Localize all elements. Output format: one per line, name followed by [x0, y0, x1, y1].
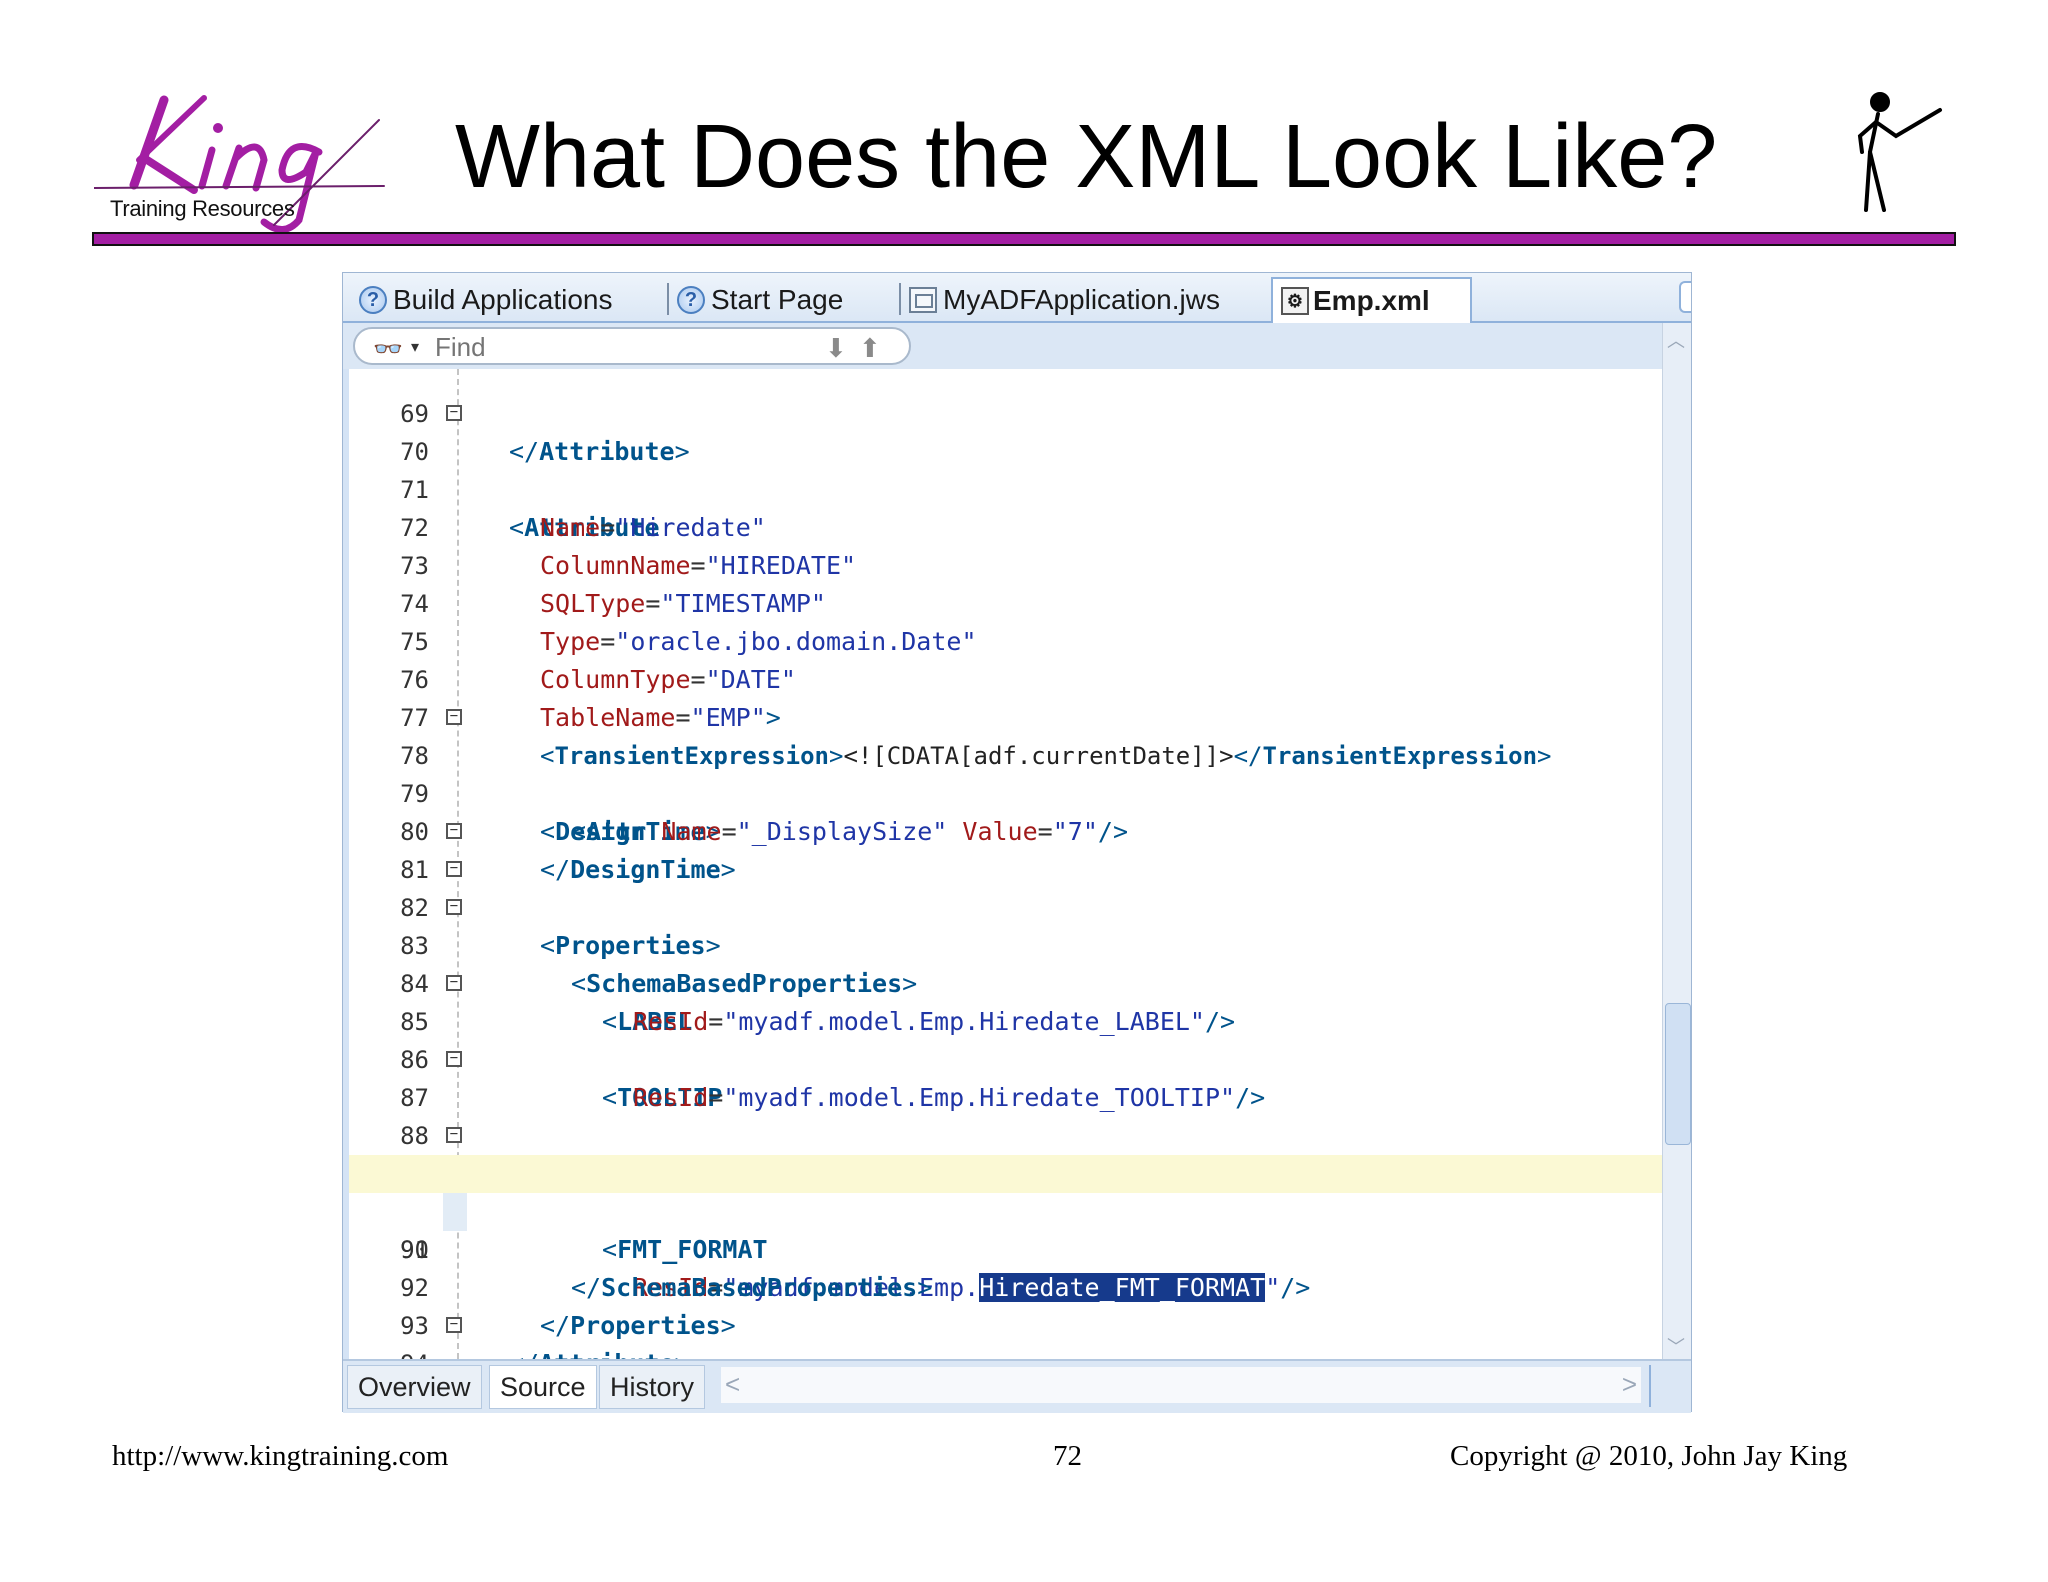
logo-subtitle: Training Resources — [110, 196, 295, 221]
fold-toggle-icon[interactable]: − — [446, 405, 462, 421]
find-input[interactable] — [433, 332, 817, 362]
code-line: 82 − <SchemaBasedProperties> — [349, 851, 1663, 998]
tab-label: Build Applications — [393, 284, 613, 315]
code-line: 88 ResId="myadf.model.Emp.Hiredate_FMT_F… — [349, 1079, 1663, 1188]
code-line: 73 SQLType="TIMESTAMP" — [349, 509, 1663, 618]
code-line: 78 − <DesignTime> — [349, 699, 1663, 846]
chevron-down-icon[interactable]: ▾ — [411, 337, 419, 357]
code-line: 94 − <Attribute — [349, 1307, 1663, 1359]
split-handle[interactable] — [1649, 1365, 1691, 1407]
footer-copyright: Copyright @ 2010, John Jay King — [1450, 1440, 1848, 1472]
code-line: 74 Type="oracle.jbo.domain.Date" — [349, 547, 1663, 656]
fold-toggle-icon[interactable]: − — [446, 861, 462, 877]
code-line: 77 <TransientExpression><![CDATA[adf.cur… — [349, 661, 1663, 770]
code-line: 95 Name="Sal" — [349, 1345, 1663, 1359]
code-line: 87 − <FMT_FORMATTER — [349, 1041, 1663, 1188]
code-line: 81 − <Properties> — [349, 813, 1663, 960]
title-divider — [92, 232, 1956, 246]
chevron-left-icon[interactable]: < — [725, 1369, 740, 1400]
find-box: 👓 ▾ ⬇ ⬆ — [353, 327, 911, 365]
code-line: 93 </Attribute> — [349, 1269, 1663, 1359]
tab-label: Start Page — [711, 284, 844, 315]
tab-overflow-button[interactable] — [1679, 281, 1691, 313]
fold-toggle-icon[interactable]: − — [446, 1317, 462, 1333]
code-line: 89 − <FMT_FORMAT — [349, 1117, 1663, 1264]
help-icon: ? — [359, 286, 387, 314]
tab-overview[interactable]: Overview — [347, 1365, 482, 1409]
code-line: 84 ResId="myadf.model.Emp.Hiredate_LABEL… — [349, 927, 1663, 1036]
editor-tab-bar: ? Build Applications ? Start Page MyADFA… — [343, 273, 1691, 323]
ide-window: ? Build Applications ? Start Page MyADFA… — [342, 272, 1692, 1413]
code-line: 80 </DesignTime> — [349, 775, 1663, 884]
chevron-down-icon[interactable]: ﹀ — [1667, 1333, 1685, 1359]
fold-toggle-icon[interactable]: − — [446, 899, 462, 915]
find-next-icon[interactable]: ⬇ — [825, 333, 847, 364]
tab-start-page[interactable]: ? Start Page — [666, 281, 844, 319]
chevron-up-icon[interactable]: ︿ — [1667, 327, 1685, 353]
fold-toggle-icon[interactable]: − — [446, 823, 462, 839]
code-line: 85 − <TOOLTIP — [349, 965, 1663, 1112]
xml-file-icon: ⚙ — [1281, 287, 1309, 315]
tab-history[interactable]: History — [599, 1365, 706, 1409]
vertical-scrollbar[interactable]: ︿ ﹀ — [1662, 323, 1691, 1363]
fold-toggle-icon[interactable]: − — [446, 1051, 462, 1067]
horizontal-scrollbar[interactable]: < > — [721, 1367, 1641, 1403]
code-line: 92 </Properties> — [349, 1231, 1663, 1340]
code-line: 71 Name="Hiredate" — [349, 433, 1663, 542]
find-bar: 👓 ▾ ⬇ ⬆ — [343, 323, 1663, 369]
page-number: 72 — [1053, 1440, 1082, 1472]
editor-bottom-bar: Overview Source History < > — [343, 1359, 1691, 1413]
code-line: 76 TableName="EMP"> — [349, 623, 1663, 732]
code-line-current: 90 ResId="myadf.model.Emp.Hiredate_FMT_F… — [349, 1155, 1663, 1302]
slide-title: What Does the XML Look Like? — [455, 107, 1718, 207]
footer-url: http://www.kingtraining.com — [112, 1440, 449, 1472]
tab-label: MyADFApplication.jws — [943, 284, 1220, 315]
code-line: 70 − <Attribute — [349, 395, 1663, 542]
tab-source[interactable]: Source — [489, 1365, 597, 1409]
binoculars-icon[interactable]: 👓 — [373, 335, 403, 364]
chevron-right-icon[interactable]: > — [1622, 1369, 1637, 1400]
king-logo: Training Resources — [94, 90, 394, 240]
fold-toggle-icon[interactable]: − — [446, 975, 462, 991]
fold-toggle-icon[interactable]: − — [446, 1127, 462, 1143]
tab-label: Emp.xml — [1313, 285, 1430, 316]
tab-myadfapplication[interactable]: MyADFApplication.jws — [899, 281, 1220, 319]
tab-build-applications[interactable]: ? Build Applications — [359, 281, 612, 319]
code-line: 79 <Attr Name="_DisplaySize" Value="7"/> — [349, 737, 1663, 846]
code-line: 72 ColumnName="HIREDATE" — [349, 471, 1663, 580]
workspace-icon — [909, 287, 937, 313]
code-editor[interactable]: 69 </Attribute> 70 − <Attribute 71 Name=… — [349, 369, 1663, 1359]
stick-figure-icon — [1857, 92, 1942, 212]
fold-toggle-icon[interactable]: − — [446, 709, 462, 725]
help-icon: ? — [677, 286, 705, 314]
code-lines: 69 </Attribute> 70 − <Attribute 71 Name=… — [349, 369, 1663, 1359]
code-line: 86 ResId="myadf.model.Emp.Hiredate_TOOLT… — [349, 1003, 1663, 1112]
scrollbar-thumb[interactable] — [1665, 1003, 1691, 1145]
code-line: 83 − <LABEL — [349, 889, 1663, 1036]
code-line: 69 </Attribute> — [349, 369, 1663, 466]
tab-emp-xml[interactable]: ⚙ Emp.xml — [1271, 277, 1472, 323]
find-previous-icon[interactable]: ⬆ — [859, 333, 881, 364]
code-line: 91 </SchemaBasedProperties> — [349, 1193, 1663, 1302]
code-line: 75 ColumnType="DATE" — [349, 585, 1663, 694]
